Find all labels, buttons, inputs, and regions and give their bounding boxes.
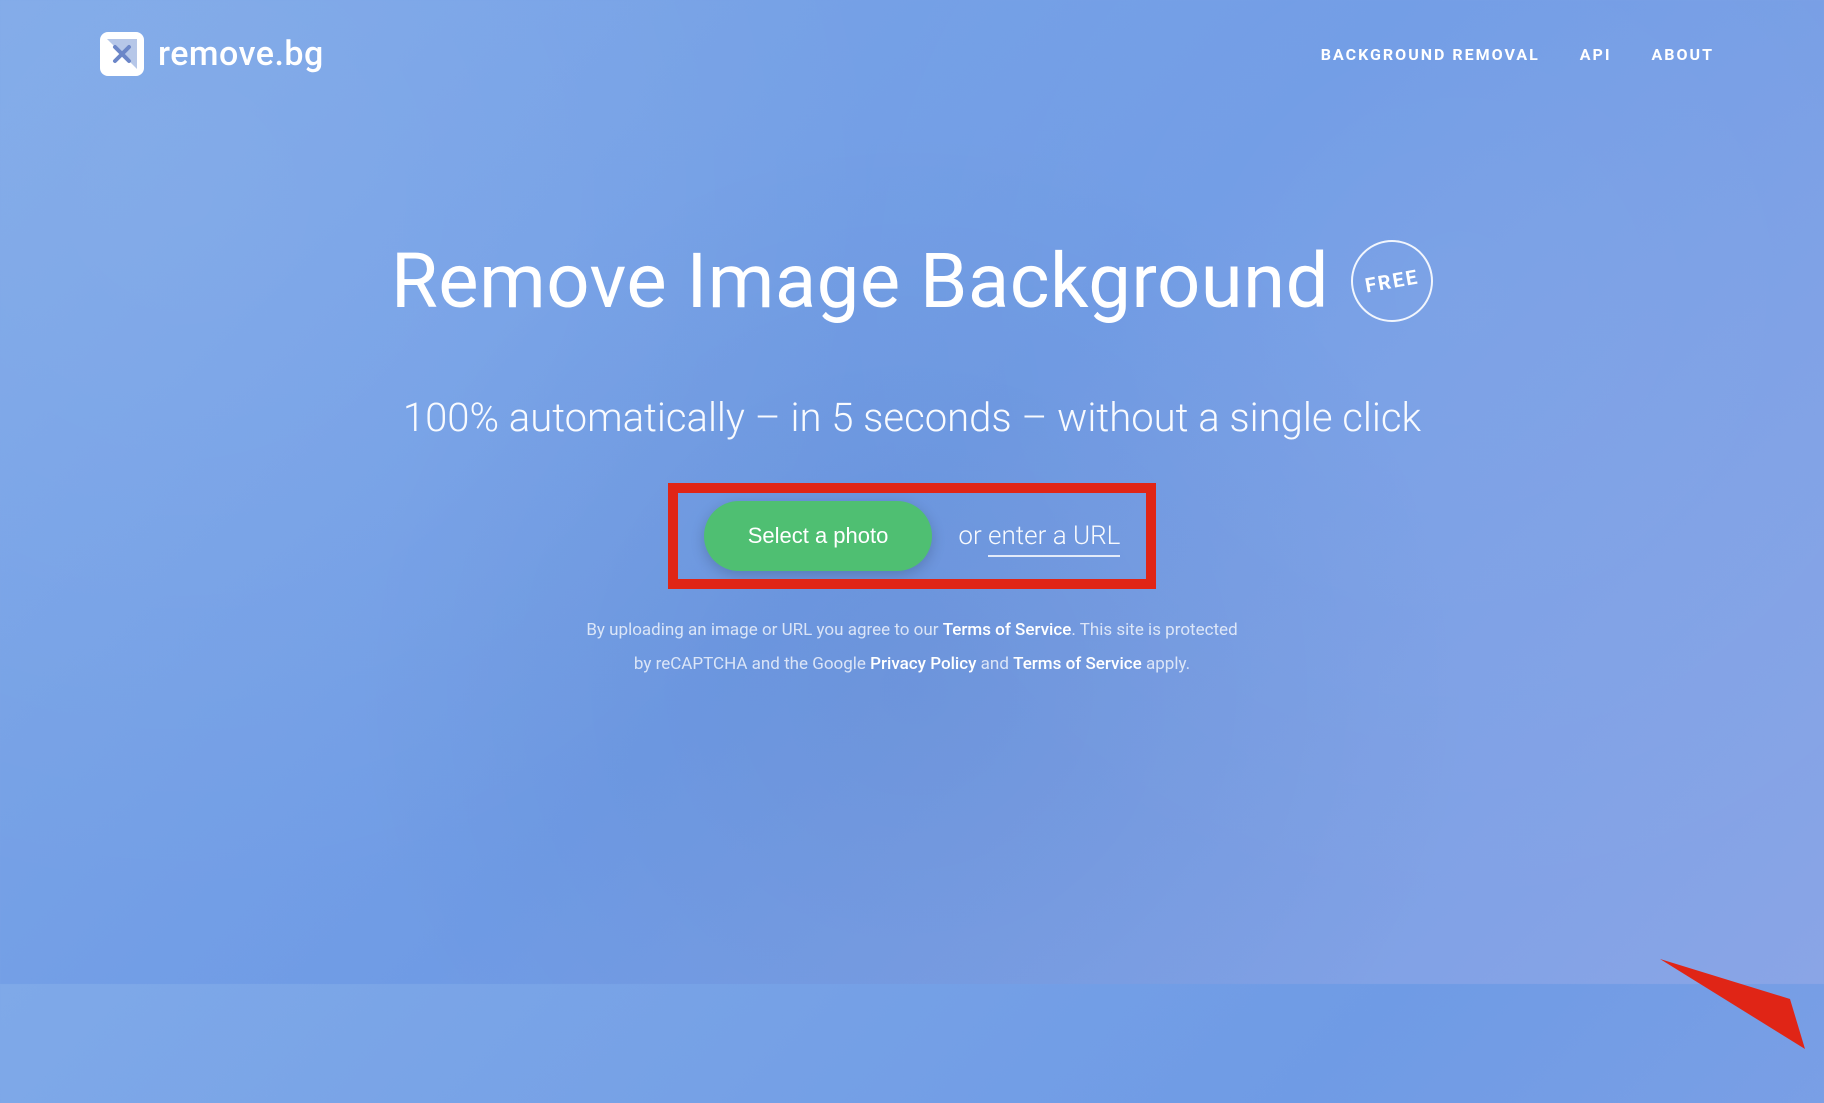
nav-link-about[interactable]: ABOUT — [1652, 45, 1714, 64]
enter-url-link[interactable]: enter a URL — [988, 521, 1120, 557]
disclaimer-and: and — [976, 654, 1013, 674]
brand-name: remove.bg — [158, 34, 324, 74]
disclaimer-apply: apply. — [1142, 654, 1190, 674]
annotation-arrow — [1660, 899, 1824, 1099]
main-nav: BACKGROUND REMOVAL API ABOUT — [1321, 45, 1714, 64]
free-badge: FREE — [1345, 234, 1440, 329]
upload-area: Select a photo or enter a URL — [668, 483, 1157, 589]
nav-link-background-removal[interactable]: BACKGROUND REMOVAL — [1321, 45, 1540, 64]
hero-section: Remove Image Background FREE 100% automa… — [0, 236, 1824, 681]
or-prefix-text: or — [958, 521, 988, 551]
brand-logo[interactable]: remove.bg — [100, 32, 324, 76]
page-subheadline: 100% automatically – in 5 seconds – with… — [0, 394, 1824, 441]
page-headline: Remove Image Background — [391, 236, 1329, 326]
or-enter-url: or enter a URL — [958, 521, 1120, 551]
x-clip-icon — [100, 32, 144, 76]
google-terms-of-service-link[interactable]: Terms of Service — [1013, 654, 1142, 674]
disclaimer-line1-pre: By uploading an image or URL you agree t… — [586, 620, 942, 640]
privacy-policy-link[interactable]: Privacy Policy — [870, 654, 976, 674]
disclaimer-line1-post: . This site is protected — [1071, 620, 1237, 640]
select-photo-button[interactable]: Select a photo — [704, 501, 933, 571]
arrow-icon — [1660, 959, 1805, 1049]
terms-of-service-link[interactable]: Terms of Service — [943, 620, 1072, 640]
disclaimer-text: By uploading an image or URL you agree t… — [0, 613, 1824, 681]
site-header: remove.bg BACKGROUND REMOVAL API ABOUT — [0, 0, 1824, 76]
nav-link-api[interactable]: API — [1580, 45, 1612, 64]
disclaimer-line2-pre: by reCAPTCHA and the Google — [634, 654, 870, 674]
headline-row: Remove Image Background FREE — [391, 236, 1433, 326]
